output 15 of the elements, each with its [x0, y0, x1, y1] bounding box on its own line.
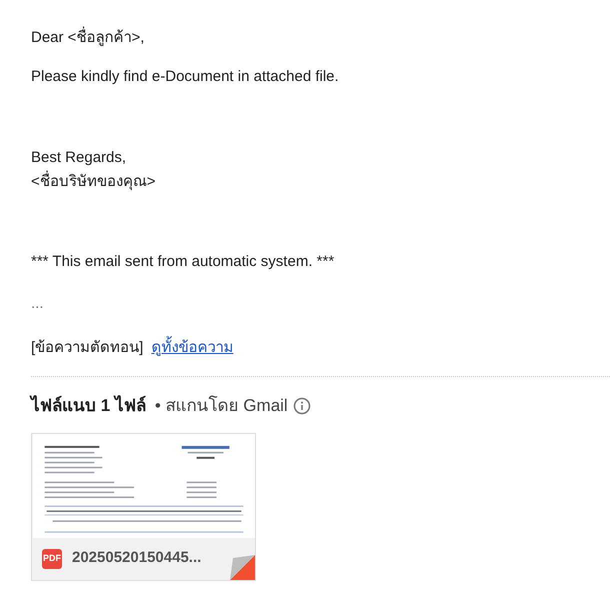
- signature-text: <ชื่อบริษัทของคุณ>: [31, 172, 610, 192]
- scanned-note: • สแกนโดย Gmail: [154, 394, 288, 417]
- show-full-message-link[interactable]: ดูทั้งข้อความ: [151, 338, 234, 358]
- greeting-text: Dear <ชื่อลูกค้า>,: [31, 28, 610, 48]
- pdf-badge: PDF: [42, 548, 62, 569]
- trimmed-message-text: [ข้อความตัดทอน]: [31, 338, 144, 358]
- ellipsis-text: ...: [31, 295, 44, 312]
- page-curl-icon: [230, 554, 255, 580]
- file-name: 20250520150445...: [72, 548, 202, 568]
- info-icon[interactable]: [292, 396, 311, 415]
- body-paragraph: Please kindly find e-Document in attached file.: [31, 67, 340, 87]
- attachment-card[interactable]: PDF 20250520150445...: [31, 432, 256, 580]
- attachments-title: ไฟล์แนบ 1 ไฟล์: [31, 394, 146, 417]
- closing-text: Best Regards,: [31, 148, 128, 168]
- notice-text: *** This email sent from automatic system. ***: [31, 252, 336, 272]
